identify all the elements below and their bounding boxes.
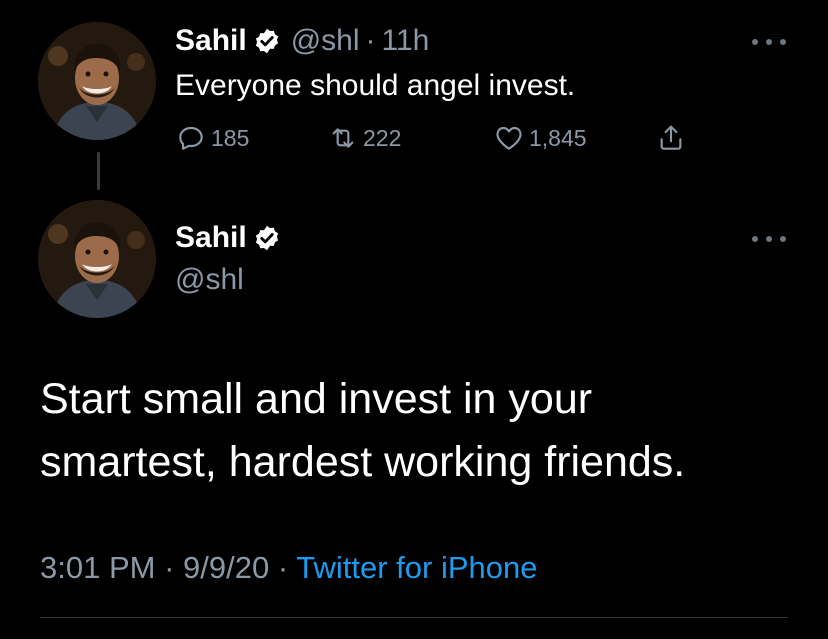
- author-handle[interactable]: @shl: [175, 262, 244, 298]
- author-name[interactable]: Sahil: [175, 220, 247, 256]
- like-button[interactable]: 1,845: [493, 122, 587, 154]
- retweet-icon: [332, 128, 354, 148]
- share-icon: [660, 125, 682, 150]
- more-options-icon[interactable]: [752, 233, 786, 245]
- divider: [40, 617, 788, 618]
- dot-separator: ·: [365, 24, 376, 57]
- reply-icon: [179, 126, 203, 150]
- retweet-count: 222: [363, 124, 402, 151]
- tweet-time-ago[interactable]: 11h: [382, 24, 430, 58]
- dot-separator: ·: [277, 550, 289, 585]
- retweet-button[interactable]: 222: [327, 122, 401, 154]
- tweet-actions: 185 222 1,845: [175, 122, 705, 158]
- tweet-header: Sahil: [175, 220, 291, 256]
- verified-badge-icon: [255, 225, 278, 251]
- tweet-date: 9/9/20: [183, 550, 270, 585]
- tweet-text: Start small and invest in your smartest,…: [40, 368, 800, 494]
- thread-connector-line: [97, 152, 100, 190]
- avatar[interactable]: [38, 22, 156, 140]
- tweet-header: Sahil @shl · 11h: [175, 24, 429, 58]
- share-button[interactable]: [655, 122, 691, 154]
- tweet-source-link[interactable]: Twitter for iPhone: [296, 550, 537, 585]
- reply-count: 185: [211, 124, 250, 151]
- author-handle[interactable]: @shl: [291, 24, 360, 58]
- avatar-photo-icon: [38, 22, 156, 140]
- tweet-time: 3:01 PM: [40, 550, 156, 585]
- tweet-text-line: smartest, hardest working friends.: [40, 438, 686, 486]
- avatar[interactable]: [38, 200, 156, 318]
- tweet-thread-view: Sahil @shl · 11h Everyone should angel i…: [0, 0, 828, 639]
- avatar-photo-icon: [38, 200, 156, 318]
- like-count: 1,845: [529, 124, 587, 151]
- tweet-metadata: 3:01 PM · 9/9/20 · Twitter for iPhone: [40, 548, 537, 588]
- tweet-text: Everyone should angel invest.: [175, 69, 576, 102]
- tweet-text-line: Start small and invest in your: [40, 375, 593, 423]
- heart-icon: [496, 126, 522, 150]
- verified-badge-icon: [255, 28, 278, 54]
- more-options-icon[interactable]: [752, 36, 786, 48]
- dot-separator: ·: [164, 550, 175, 585]
- reply-button[interactable]: 185: [175, 122, 249, 154]
- author-name[interactable]: Sahil: [175, 24, 247, 58]
